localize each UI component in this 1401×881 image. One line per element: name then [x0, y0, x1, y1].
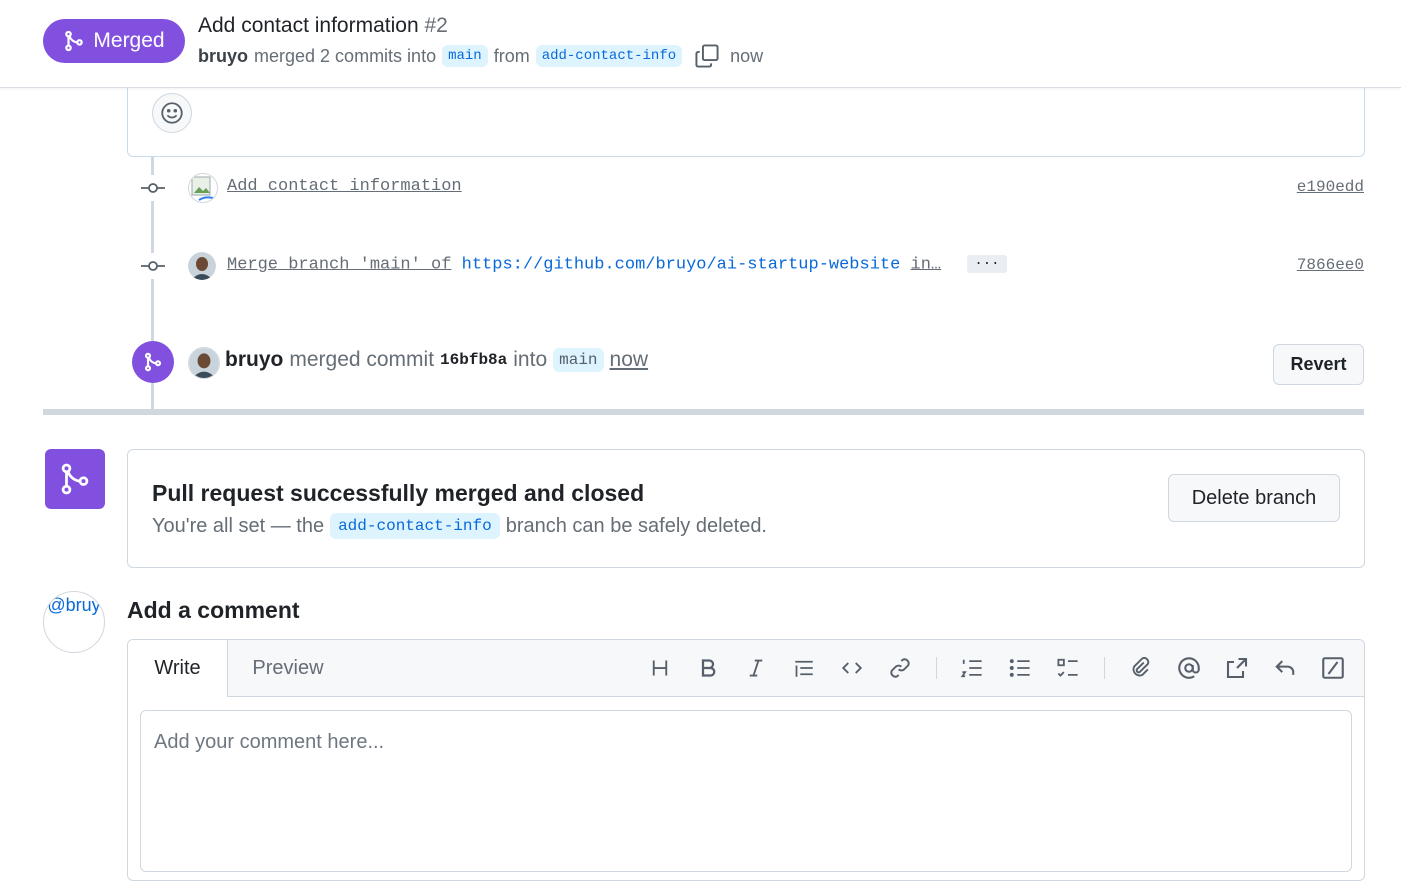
comment-textarea[interactable]: Add your comment here...: [140, 710, 1352, 872]
commit-sha[interactable]: 7866ee0: [1297, 256, 1364, 274]
merge-commit-sha[interactable]: 16bfb8a: [440, 351, 507, 369]
copy-icon[interactable]: [694, 43, 720, 69]
commit-message-link[interactable]: Add contact information: [227, 177, 462, 196]
comment-placeholder: Add your comment here...: [154, 731, 385, 753]
merge-author[interactable]: bruyo: [225, 348, 283, 372]
merge-text: merged commit: [289, 348, 435, 371]
pr-title-text: Add contact information: [198, 14, 419, 37]
merge-time[interactable]: now: [610, 348, 649, 372]
head-branch-ref[interactable]: add-contact-info: [535, 45, 683, 67]
pr-header: Merged Add contact information #2 bruyo …: [0, 0, 1401, 88]
comment-editor: Write Preview Add your comment here...: [127, 639, 1365, 881]
bold-icon[interactable]: [694, 654, 722, 682]
toolbar-divider: [936, 657, 937, 679]
toolbar-divider: [1104, 657, 1105, 679]
reply-icon[interactable]: [1271, 654, 1299, 682]
pr-subtitle: bruyo merged 2 commits into main from ad…: [198, 43, 763, 69]
reference-icon[interactable]: [1223, 654, 1251, 682]
from-text: from: [493, 45, 530, 66]
commit-sha[interactable]: e190edd: [1297, 178, 1364, 196]
git-merge-icon: [63, 30, 85, 52]
smiley-icon: [160, 101, 184, 125]
git-commit-icon: [140, 253, 166, 279]
ordered-list-icon[interactable]: [958, 654, 986, 682]
avatar: [188, 252, 216, 280]
link-icon[interactable]: [886, 654, 914, 682]
revert-button[interactable]: Revert: [1273, 344, 1364, 385]
italic-icon[interactable]: [742, 654, 770, 682]
commit-row: Add contact information e190edd: [140, 173, 1364, 203]
quote-icon[interactable]: [790, 654, 818, 682]
expand-commit-button[interactable]: ···: [967, 255, 1007, 273]
attach-icon[interactable]: [1127, 654, 1155, 682]
timeline-divider: [43, 409, 1364, 415]
unordered-list-icon[interactable]: [1006, 654, 1034, 682]
commit-message[interactable]: Merge branch 'main' of https://github.co…: [227, 255, 1007, 274]
commit-row: Merge branch 'main' of https://github.co…: [140, 251, 1364, 281]
merge-event-text: bruyo merged commit 16bfb8a into main no…: [225, 348, 648, 372]
pr-title: Add contact information #2: [198, 14, 448, 38]
commit-url-link[interactable]: https://github.com/bruyo/ai-startup-webs…: [462, 255, 901, 274]
avatar: [188, 347, 220, 379]
editor-tabs: Write Preview: [128, 640, 1364, 697]
merge-branch-ref[interactable]: main: [553, 348, 604, 372]
avatar-alt-text: @bruy: [47, 595, 101, 615]
base-branch-ref[interactable]: main: [442, 45, 488, 67]
code-icon[interactable]: [838, 654, 866, 682]
merge-status-prefix: You're all set — the: [152, 514, 325, 537]
header-time: now: [730, 45, 764, 66]
broken-avatar: [188, 173, 218, 203]
author-link[interactable]: bruyo: [198, 46, 248, 67]
tab-write[interactable]: Write: [128, 640, 228, 697]
merged-pr-icon: [45, 449, 105, 509]
merge-status-title: Pull request successfully merged and clo…: [152, 480, 645, 506]
commit-message[interactable]: Add contact information: [227, 177, 462, 196]
branch-ref[interactable]: add-contact-info: [330, 513, 500, 539]
pr-number: #2: [424, 14, 448, 37]
commit-message-link[interactable]: Merge branch 'main' of: [227, 255, 451, 274]
merged-text: merged 2 commits into: [254, 45, 437, 66]
mention-icon[interactable]: [1175, 654, 1203, 682]
task-list-icon[interactable]: [1054, 654, 1082, 682]
delete-branch-button[interactable]: Delete branch: [1168, 474, 1340, 522]
into-text: into: [513, 348, 548, 371]
heading-icon[interactable]: [646, 654, 674, 682]
slash-command-icon[interactable]: [1319, 654, 1347, 682]
merge-event-icon: [132, 341, 174, 383]
merged-status-badge: Merged: [43, 19, 185, 63]
tab-preview[interactable]: Preview: [228, 640, 348, 697]
add-comment-heading: Add a comment: [127, 597, 300, 623]
add-reaction-button[interactable]: [152, 93, 192, 133]
merge-status-subtitle: You're all set — the add-contact-info br…: [152, 513, 767, 539]
git-commit-icon: [140, 175, 166, 201]
merge-status-suffix: branch can be safely deleted.: [505, 514, 767, 537]
current-user-avatar: @bruy: [43, 591, 105, 653]
merged-label: Merged: [93, 29, 165, 52]
commit-message-suffix[interactable]: in…: [911, 255, 942, 274]
